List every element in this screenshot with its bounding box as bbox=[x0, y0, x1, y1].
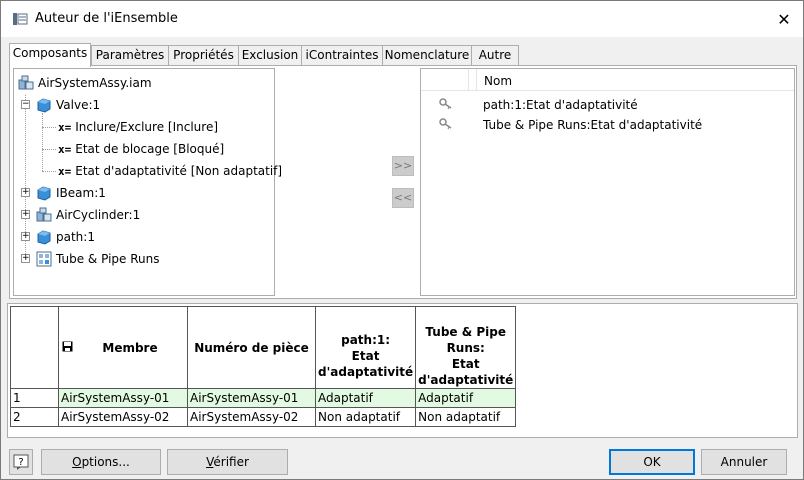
tree-connector bbox=[42, 113, 43, 171]
tree-item-parameter[interactable]: x= Etat d'adaptativité [Non adaptatif] bbox=[58, 161, 282, 181]
tree-item-label: Inclure/Exclure [Inclure] bbox=[75, 120, 219, 134]
member-table-area: Membre Numéro de pièce path:1: Etat d'ad… bbox=[7, 303, 798, 438]
parameter-icon: x= bbox=[58, 142, 72, 156]
part-icon bbox=[37, 230, 51, 245]
cell-numero-piece[interactable]: AirSystemAssy-01 bbox=[187, 388, 316, 408]
tab-parametres[interactable]: Paramètres bbox=[91, 45, 169, 66]
part-icon bbox=[37, 98, 51, 113]
tree-item-path[interactable]: path:1 bbox=[36, 227, 95, 247]
row-number[interactable]: 2 bbox=[10, 407, 59, 427]
tab-exclusion[interactable]: Exclusion bbox=[238, 45, 302, 66]
member-table[interactable]: Membre Numéro de pièce path:1: Etat d'ad… bbox=[10, 306, 517, 427]
tree-item-label: AirCyclinder:1 bbox=[56, 208, 141, 222]
tree-item-root[interactable]: AirSystemAssy.iam bbox=[18, 73, 152, 93]
column-header-numero-piece[interactable]: Numéro de pièce bbox=[187, 306, 316, 389]
header-key-column bbox=[421, 69, 469, 91]
tree-item-valve[interactable]: Valve:1 bbox=[36, 95, 100, 115]
cancel-button[interactable]: Annuler bbox=[701, 449, 787, 475]
remove-from-selection-button[interactable]: << bbox=[392, 188, 414, 208]
verify-label: érifier bbox=[213, 455, 249, 469]
expand-toggle[interactable]: + bbox=[21, 210, 30, 219]
table-row[interactable]: 2 AirSystemAssy-02 AirSystemAssy-02 Non … bbox=[10, 407, 517, 427]
tree-item-parameter[interactable]: x= Inclure/Exclure [Inclure] bbox=[58, 117, 218, 137]
column-header-label: Tube & Pipe Runs: Etat d'adaptativité bbox=[418, 324, 514, 387]
cell-membre[interactable]: AirSystemAssy-02 bbox=[58, 407, 188, 427]
tab-proprietes[interactable]: Propriétés bbox=[168, 45, 239, 66]
cell-path-adaptativite[interactable]: Adaptatif bbox=[314, 388, 417, 408]
assembly-icon bbox=[36, 207, 52, 222]
tree-item-parameter[interactable]: x= Etat de blocage [Bloqué] bbox=[58, 139, 224, 159]
close-icon: ✕ bbox=[777, 9, 791, 29]
part-icon bbox=[37, 186, 51, 201]
options-button[interactable]: Options... bbox=[41, 449, 161, 475]
options-label: ptions... bbox=[81, 455, 130, 469]
header-spacer-column bbox=[469, 69, 477, 91]
close-button[interactable]: ✕ bbox=[767, 5, 801, 33]
column-header-path-adaptativite[interactable]: path:1: Etat d'adaptativité bbox=[314, 306, 417, 389]
save-icon bbox=[62, 341, 73, 352]
cell-tube-pipe-adaptativite[interactable]: Non adaptatif bbox=[415, 407, 517, 427]
verify-button[interactable]: Vérifier bbox=[167, 449, 288, 475]
tree-connector bbox=[42, 149, 56, 150]
tree-item-label: path:1 bbox=[56, 230, 95, 244]
assembly-icon bbox=[18, 75, 34, 90]
component-tree[interactable]: AirSystemAssy.iam − Valve:1 x= Inclure/E… bbox=[13, 68, 282, 296]
table-row[interactable]: 1 AirSystemAssy-01 AirSystemAssy-01 Adap… bbox=[10, 388, 517, 408]
tree-item-label: IBeam:1 bbox=[56, 186, 106, 200]
cell-path-adaptativite[interactable]: Non adaptatif bbox=[314, 407, 417, 427]
dialog-window: Auteur de l'iEnsemble ✕ Composants Param… bbox=[0, 0, 804, 480]
tree-item-label: Valve:1 bbox=[56, 98, 101, 112]
column-header-label: Numéro de pièce bbox=[194, 340, 309, 355]
selected-keys-list[interactable]: Nom path:1:Etat d'adaptativité Tube & Pi… bbox=[420, 68, 795, 296]
parameter-icon: x= bbox=[58, 164, 72, 178]
components-tab-page: AirSystemAssy.iam − Valve:1 x= Inclure/E… bbox=[9, 65, 797, 299]
tree-item-aircyclinder[interactable]: AirCyclinder:1 bbox=[36, 205, 140, 225]
help-glyph: ? bbox=[18, 457, 23, 468]
table-header-row: Membre Numéro de pièce path:1: Etat d'ad… bbox=[10, 306, 517, 389]
expand-toggle[interactable]: + bbox=[21, 232, 30, 241]
cell-numero-piece[interactable]: AirSystemAssy-02 bbox=[187, 407, 316, 427]
collapse-toggle[interactable]: − bbox=[21, 100, 30, 109]
window-title: Auteur de l'iEnsemble bbox=[35, 11, 178, 26]
key-icon bbox=[439, 118, 452, 130]
ienseemble-author-icon bbox=[13, 13, 28, 25]
tube-pipe-icon bbox=[36, 251, 52, 267]
list-item[interactable]: path:1:Etat d'adaptativité bbox=[421, 95, 794, 115]
add-to-selection-button[interactable]: >> bbox=[392, 156, 414, 176]
expand-toggle[interactable]: + bbox=[21, 188, 30, 197]
tree-item-tube-pipe-runs[interactable]: Tube & Pipe Runs bbox=[36, 249, 159, 269]
cell-membre[interactable]: AirSystemAssy-01 bbox=[58, 388, 188, 408]
tab-icontraintes[interactable]: iContraintes bbox=[301, 45, 383, 66]
column-header-label: Membre bbox=[102, 340, 158, 355]
corner-cell[interactable] bbox=[10, 306, 59, 389]
row-number[interactable]: 1 bbox=[10, 388, 59, 408]
key-icon bbox=[439, 98, 452, 110]
tree-item-label: Tube & Pipe Runs bbox=[56, 252, 160, 266]
tab-composants[interactable]: Composants bbox=[9, 43, 91, 67]
tree-item-label: Etat de blocage [Bloqué] bbox=[75, 142, 225, 156]
column-header-tube-pipe-adaptativite[interactable]: Tube & Pipe Runs: Etat d'adaptativité bbox=[415, 306, 517, 389]
tree-item-label: AirSystemAssy.iam bbox=[38, 76, 152, 90]
list-item-label: path:1:Etat d'adaptativité bbox=[483, 98, 638, 112]
title-bar: Auteur de l'iEnsemble ✕ bbox=[1, 1, 803, 37]
options-mnemonic: O bbox=[72, 455, 82, 469]
tree-item-label: Etat d'adaptativité [Non adaptatif] bbox=[75, 164, 283, 178]
column-header-label: path:1: Etat d'adaptativité bbox=[318, 332, 414, 379]
header-name[interactable]: Nom bbox=[484, 74, 512, 88]
tab-nomenclature[interactable]: Nomenclature bbox=[382, 45, 472, 66]
tab-autre[interactable]: Autre bbox=[471, 45, 519, 66]
list-item-label: Tube & Pipe Runs:Etat d'adaptativité bbox=[483, 118, 703, 132]
cell-tube-pipe-adaptativite[interactable]: Adaptatif bbox=[415, 388, 517, 408]
help-button[interactable]: ? bbox=[9, 449, 33, 475]
parameter-icon: x= bbox=[58, 120, 72, 134]
help-icon: ? bbox=[13, 454, 29, 470]
list-header: Nom bbox=[421, 69, 794, 91]
ok-button[interactable]: OK bbox=[609, 449, 695, 475]
list-item[interactable]: Tube & Pipe Runs:Etat d'adaptativité bbox=[421, 115, 794, 135]
column-header-membre[interactable]: Membre bbox=[58, 306, 188, 389]
expand-toggle[interactable]: + bbox=[21, 254, 30, 263]
tree-connector bbox=[42, 127, 56, 128]
tree-connector bbox=[42, 171, 56, 172]
tree-item-ibeam[interactable]: IBeam:1 bbox=[36, 183, 106, 203]
